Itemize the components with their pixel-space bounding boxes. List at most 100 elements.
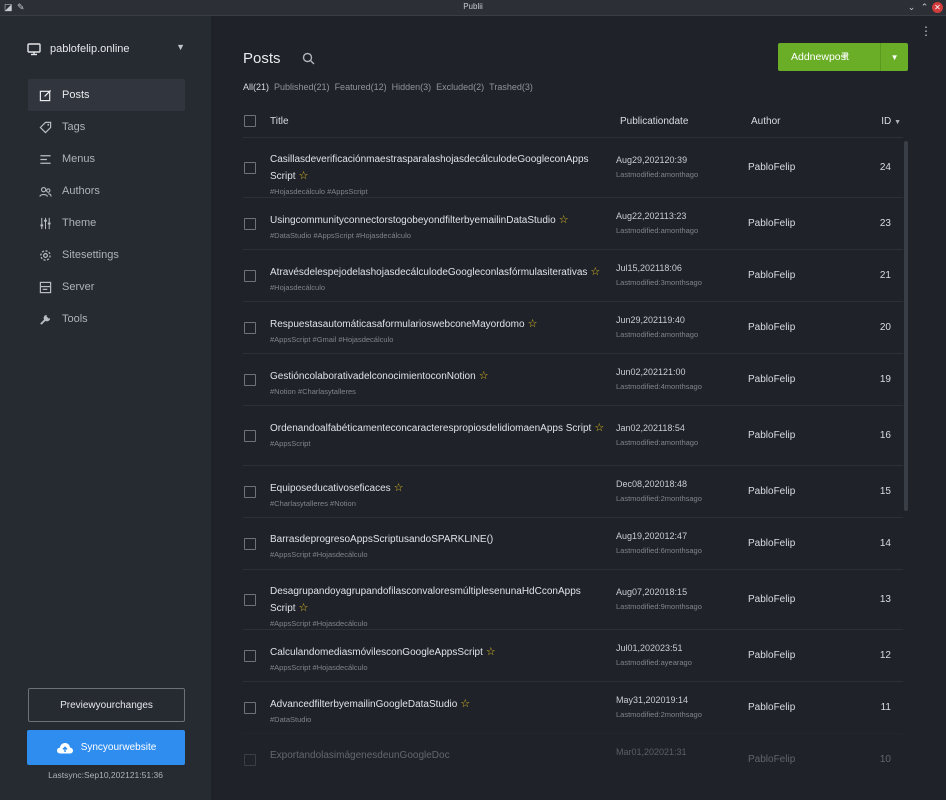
post-title[interactable]: Equiposeducativoseficaces	[270, 483, 391, 494]
post-title-cell[interactable]: Usingcommunityconnectorstogobeyondfilter…	[270, 212, 610, 242]
sidebar-item-posts[interactable]: Posts	[28, 79, 185, 111]
row-checkbox[interactable]	[244, 374, 256, 386]
post-title[interactable]: Casillasdeverificaciónmaestrasparalashoj…	[270, 154, 589, 182]
sync-website-button[interactable]: Syncyourwebsite	[27, 730, 185, 765]
row-checkbox[interactable]	[244, 594, 256, 606]
sidebar-item-server[interactable]: Server	[28, 271, 185, 303]
filter-tab[interactable]: All(21)	[243, 82, 269, 92]
filter-tab[interactable]: Featured(12)	[335, 82, 387, 92]
post-title[interactable]: AdvancedfilterbyemailinGoogleDataStudio	[270, 699, 457, 710]
row-checkbox[interactable]	[244, 650, 256, 662]
sidebar-item-sitesettings[interactable]: Sitesettings	[28, 239, 185, 271]
post-title[interactable]: Desagrupandoyagrupandofilasconvaloresmúl…	[270, 586, 581, 614]
add-post-dropdown-toggle[interactable]: ▼	[880, 43, 908, 71]
post-date: Jul15,202118:06	[616, 263, 682, 273]
preview-changes-button[interactable]: Previewyourchanges	[28, 688, 185, 722]
site-selector[interactable]: pablofelip.online ▼	[27, 40, 187, 58]
featured-star-icon: ☆	[485, 646, 496, 658]
post-title[interactable]: AtravésdelespejodelashojasdecálculodeGoo…	[270, 267, 587, 278]
sidebar-item-label: Posts	[62, 89, 90, 101]
sidebar-item-label: Authors	[62, 185, 100, 197]
post-title[interactable]: CalculandomediasmóvilesconGoogleAppsScri…	[270, 647, 483, 658]
featured-star-icon: ☆	[527, 318, 538, 330]
post-id: 13	[879, 594, 891, 605]
sidebar-item-authors[interactable]: Authors	[28, 175, 185, 207]
table-row[interactable]: AdvancedfilterbyemailinGoogleDataStudio ☆…	[243, 681, 903, 733]
post-id: 14	[879, 538, 891, 549]
post-title-cell[interactable]: ExportandolasimágenesdeunGoogleDoc	[270, 748, 610, 765]
featured-star-icon: ☆	[558, 214, 569, 226]
row-checkbox[interactable]	[244, 754, 256, 766]
table-row[interactable]: Equiposeducativoseficaces ☆ #Charlasytalle…	[243, 465, 903, 517]
post-title[interactable]: ExportandolasimágenesdeunGoogleDoc	[270, 750, 450, 761]
post-title-cell[interactable]: Respuestasautomáticasaformularioswebcone…	[270, 316, 610, 346]
post-id: 21	[879, 270, 891, 281]
row-checkbox[interactable]	[244, 322, 256, 334]
table-row[interactable]: Respuestasautomáticasaformularioswebcone…	[243, 301, 903, 353]
post-title-cell[interactable]: Desagrupandoyagrupandofilasconvaloresmúl…	[270, 584, 610, 630]
row-checkbox[interactable]	[244, 270, 256, 282]
post-author: PabloFelip	[748, 650, 796, 661]
table-row[interactable]: Desagrupandoyagrupandofilasconvaloresmúl…	[243, 569, 903, 629]
post-title-cell[interactable]: AtravésdelespejodelashojasdecálculodeGoo…	[270, 264, 610, 294]
row-checkbox[interactable]	[244, 702, 256, 714]
row-checkbox[interactable]	[244, 486, 256, 498]
post-title-cell[interactable]: BarrasdeprogresoAppsScriptusandoSPARKLIN…	[270, 532, 610, 561]
post-id: 20	[879, 322, 891, 333]
filter-tab[interactable]: Excluded(2)	[436, 82, 484, 92]
sidebar-item-theme[interactable]: Theme	[28, 207, 185, 239]
filter-tab[interactable]: Hidden(3)	[392, 82, 432, 92]
scrollbar[interactable]	[904, 141, 908, 511]
post-title-cell[interactable]: Casillasdeverificaciónmaestrasparalashoj…	[270, 152, 610, 198]
post-title[interactable]: BarrasdeprogresoAppsScriptusandoSPARKLIN…	[270, 534, 493, 545]
sidebar-item-tools[interactable]: Tools	[28, 303, 185, 335]
table-row[interactable]: Casillasdeverificaciónmaestrasparalashoj…	[243, 137, 903, 197]
featured-star-icon: ☆	[590, 266, 601, 278]
post-title[interactable]: GestióncolaborativadelconocimientoconNot…	[270, 371, 476, 382]
sidebar-item-menus[interactable]: Menus	[28, 143, 185, 175]
post-author: PabloFelip	[748, 430, 796, 441]
close-icon[interactable]: ✕	[932, 2, 943, 13]
post-modified: Lastmodified:9monthsago	[616, 602, 702, 611]
select-all-checkbox[interactable]	[244, 115, 256, 127]
row-checkbox[interactable]	[244, 430, 256, 442]
row-checkbox[interactable]	[244, 218, 256, 230]
sidebar-item-tags[interactable]: Tags	[28, 111, 185, 143]
column-title[interactable]: Title	[270, 116, 289, 127]
table-row[interactable]: ExportandolasimágenesdeunGoogleDoc Mar01,…	[243, 733, 903, 785]
column-id-label: ID	[881, 116, 892, 127]
column-publication-date[interactable]: Publicationdate	[620, 116, 688, 127]
more-options-icon[interactable]: ⋮	[920, 25, 932, 37]
column-id[interactable]: ID ▼	[881, 116, 901, 127]
post-author: PabloFelip	[748, 162, 796, 173]
row-checkbox[interactable]	[244, 538, 256, 550]
post-tags: #AppsScript	[270, 439, 311, 448]
filter-tab[interactable]: Trashed(3)	[489, 82, 533, 92]
post-title[interactable]: Respuestasautomáticasaformularioswebcone…	[270, 319, 525, 330]
post-modified: Lastmodified:amonthago	[616, 330, 699, 339]
table-row[interactable]: CalculandomediasmóvilesconGoogleAppsScri…	[243, 629, 903, 681]
add-new-post-button[interactable]: Addnewpost Ŧ ▼	[778, 43, 908, 71]
table-row[interactable]: Ordenandoalfabéticamenteconcaracterespro…	[243, 405, 903, 465]
column-author[interactable]: Author	[751, 116, 780, 127]
post-title-cell[interactable]: AdvancedfilterbyemailinGoogleDataStudio ☆…	[270, 696, 610, 726]
post-title-cell[interactable]: Equiposeducativoseficaces ☆ #Charlasytalle…	[270, 480, 610, 510]
post-title[interactable]: Ordenandoalfabéticamenteconcaracterespro…	[270, 423, 591, 434]
post-title-cell[interactable]: CalculandomediasmóvilesconGoogleAppsScri…	[270, 644, 610, 674]
filter-tab[interactable]: Published(21)	[274, 82, 330, 92]
post-title-cell[interactable]: Ordenandoalfabéticamenteconcaracterespro…	[270, 420, 610, 450]
post-modified: Lastmodified:ayearago	[616, 658, 692, 667]
window-titlebar: ◪ ✎ Publii ⌄ ⌃ ✕	[0, 0, 946, 16]
post-title-cell[interactable]: GestióncolaborativadelconocimientoconNot…	[270, 368, 610, 398]
table-row[interactable]: Usingcommunityconnectorstogobeyondfilter…	[243, 197, 903, 249]
window-title: Publii	[463, 2, 483, 11]
sidebar-item-label: Menus	[62, 153, 96, 165]
maximize-icon[interactable]: ⌃	[919, 2, 930, 13]
row-checkbox[interactable]	[244, 162, 256, 174]
post-title[interactable]: Usingcommunityconnectorstogobeyondfilter…	[270, 215, 556, 226]
search-icon[interactable]	[302, 52, 315, 65]
table-row[interactable]: BarrasdeprogresoAppsScriptusandoSPARKLIN…	[243, 517, 903, 569]
table-row[interactable]: GestióncolaborativadelconocimientoconNot…	[243, 353, 903, 405]
minimize-icon[interactable]: ⌄	[906, 2, 917, 13]
table-row[interactable]: AtravésdelespejodelashojasdecálculodeGoo…	[243, 249, 903, 301]
